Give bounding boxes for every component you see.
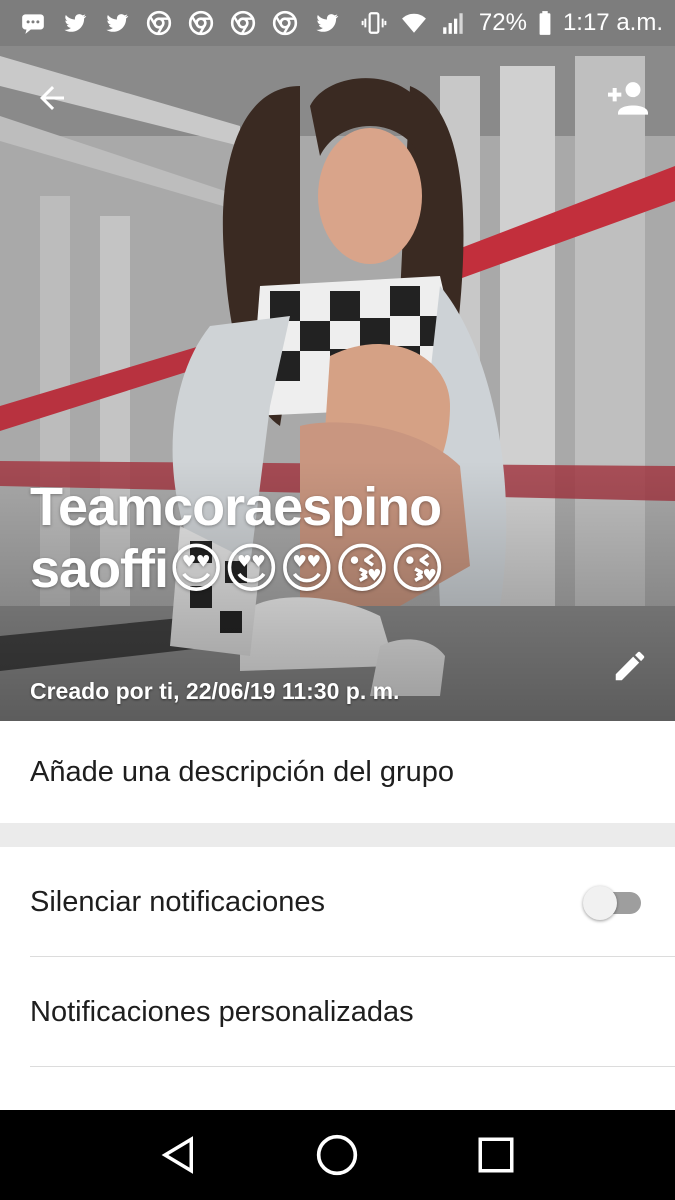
nav-back-button[interactable] — [149, 1125, 209, 1185]
chrome-icon — [186, 10, 216, 36]
group-photo-header[interactable]: Teamcoraespinosaoffi😍😍😍😘😘 Creado por ti,… — [0, 46, 675, 721]
mute-notifications-toggle[interactable] — [583, 884, 645, 920]
add-person-icon — [608, 82, 648, 115]
vibrate-icon — [359, 10, 389, 36]
toggle-thumb — [583, 886, 617, 920]
add-description-label: Añade una descripción del grupo — [30, 755, 455, 788]
wifi-icon — [399, 10, 429, 36]
chat-icon — [18, 10, 48, 36]
back-button[interactable] — [24, 70, 80, 126]
notification-icons — [18, 10, 342, 36]
add-participant-button[interactable] — [600, 70, 656, 126]
nav-home-button[interactable] — [307, 1125, 367, 1185]
battery-percent: 72% — [478, 9, 527, 36]
chrome-icon — [144, 10, 174, 36]
twitter-icon — [312, 10, 342, 36]
custom-notifications-label: Notificaciones personalizadas — [30, 995, 414, 1028]
battery-icon — [537, 10, 553, 36]
edit-group-name-button[interactable] — [602, 638, 658, 694]
pencil-icon — [615, 651, 645, 681]
twitter-icon — [102, 10, 132, 36]
clock: 1:17 a.m. — [562, 9, 663, 36]
system-indicators: 72% 1:17 a.m. — [359, 9, 663, 37]
system-navigation-bar — [0, 1110, 675, 1200]
back-triangle-icon — [161, 1136, 194, 1174]
status-bar: 72% 1:17 a.m. — [0, 0, 675, 46]
section-divider — [0, 823, 675, 847]
nav-recents-button[interactable] — [466, 1125, 526, 1185]
arrow-back-icon — [40, 86, 64, 110]
home-circle-icon — [317, 1134, 358, 1176]
mute-notifications-label: Silenciar notificaciones — [30, 885, 325, 918]
signal-icon — [439, 10, 469, 36]
chrome-icon — [228, 10, 258, 36]
group-name: Teamcoraespinosaoffi😍😍😍😘😘 — [30, 477, 446, 599]
chrome-icon — [270, 10, 300, 36]
custom-notifications-row[interactable]: Notificaciones personalizadas — [0, 957, 675, 1067]
group-created-info: Creado por ti, 22/06/19 11:30 p. m. — [30, 678, 400, 704]
mute-notifications-row[interactable]: Silenciar notificaciones — [0, 847, 675, 957]
group-info-content: Añade una descripción del grupo Silencia… — [0, 721, 675, 1127]
row-divider — [30, 1066, 675, 1067]
add-description-row[interactable]: Añade una descripción del grupo — [0, 721, 675, 823]
recents-square-icon — [478, 1137, 514, 1173]
twitter-icon — [60, 10, 90, 36]
